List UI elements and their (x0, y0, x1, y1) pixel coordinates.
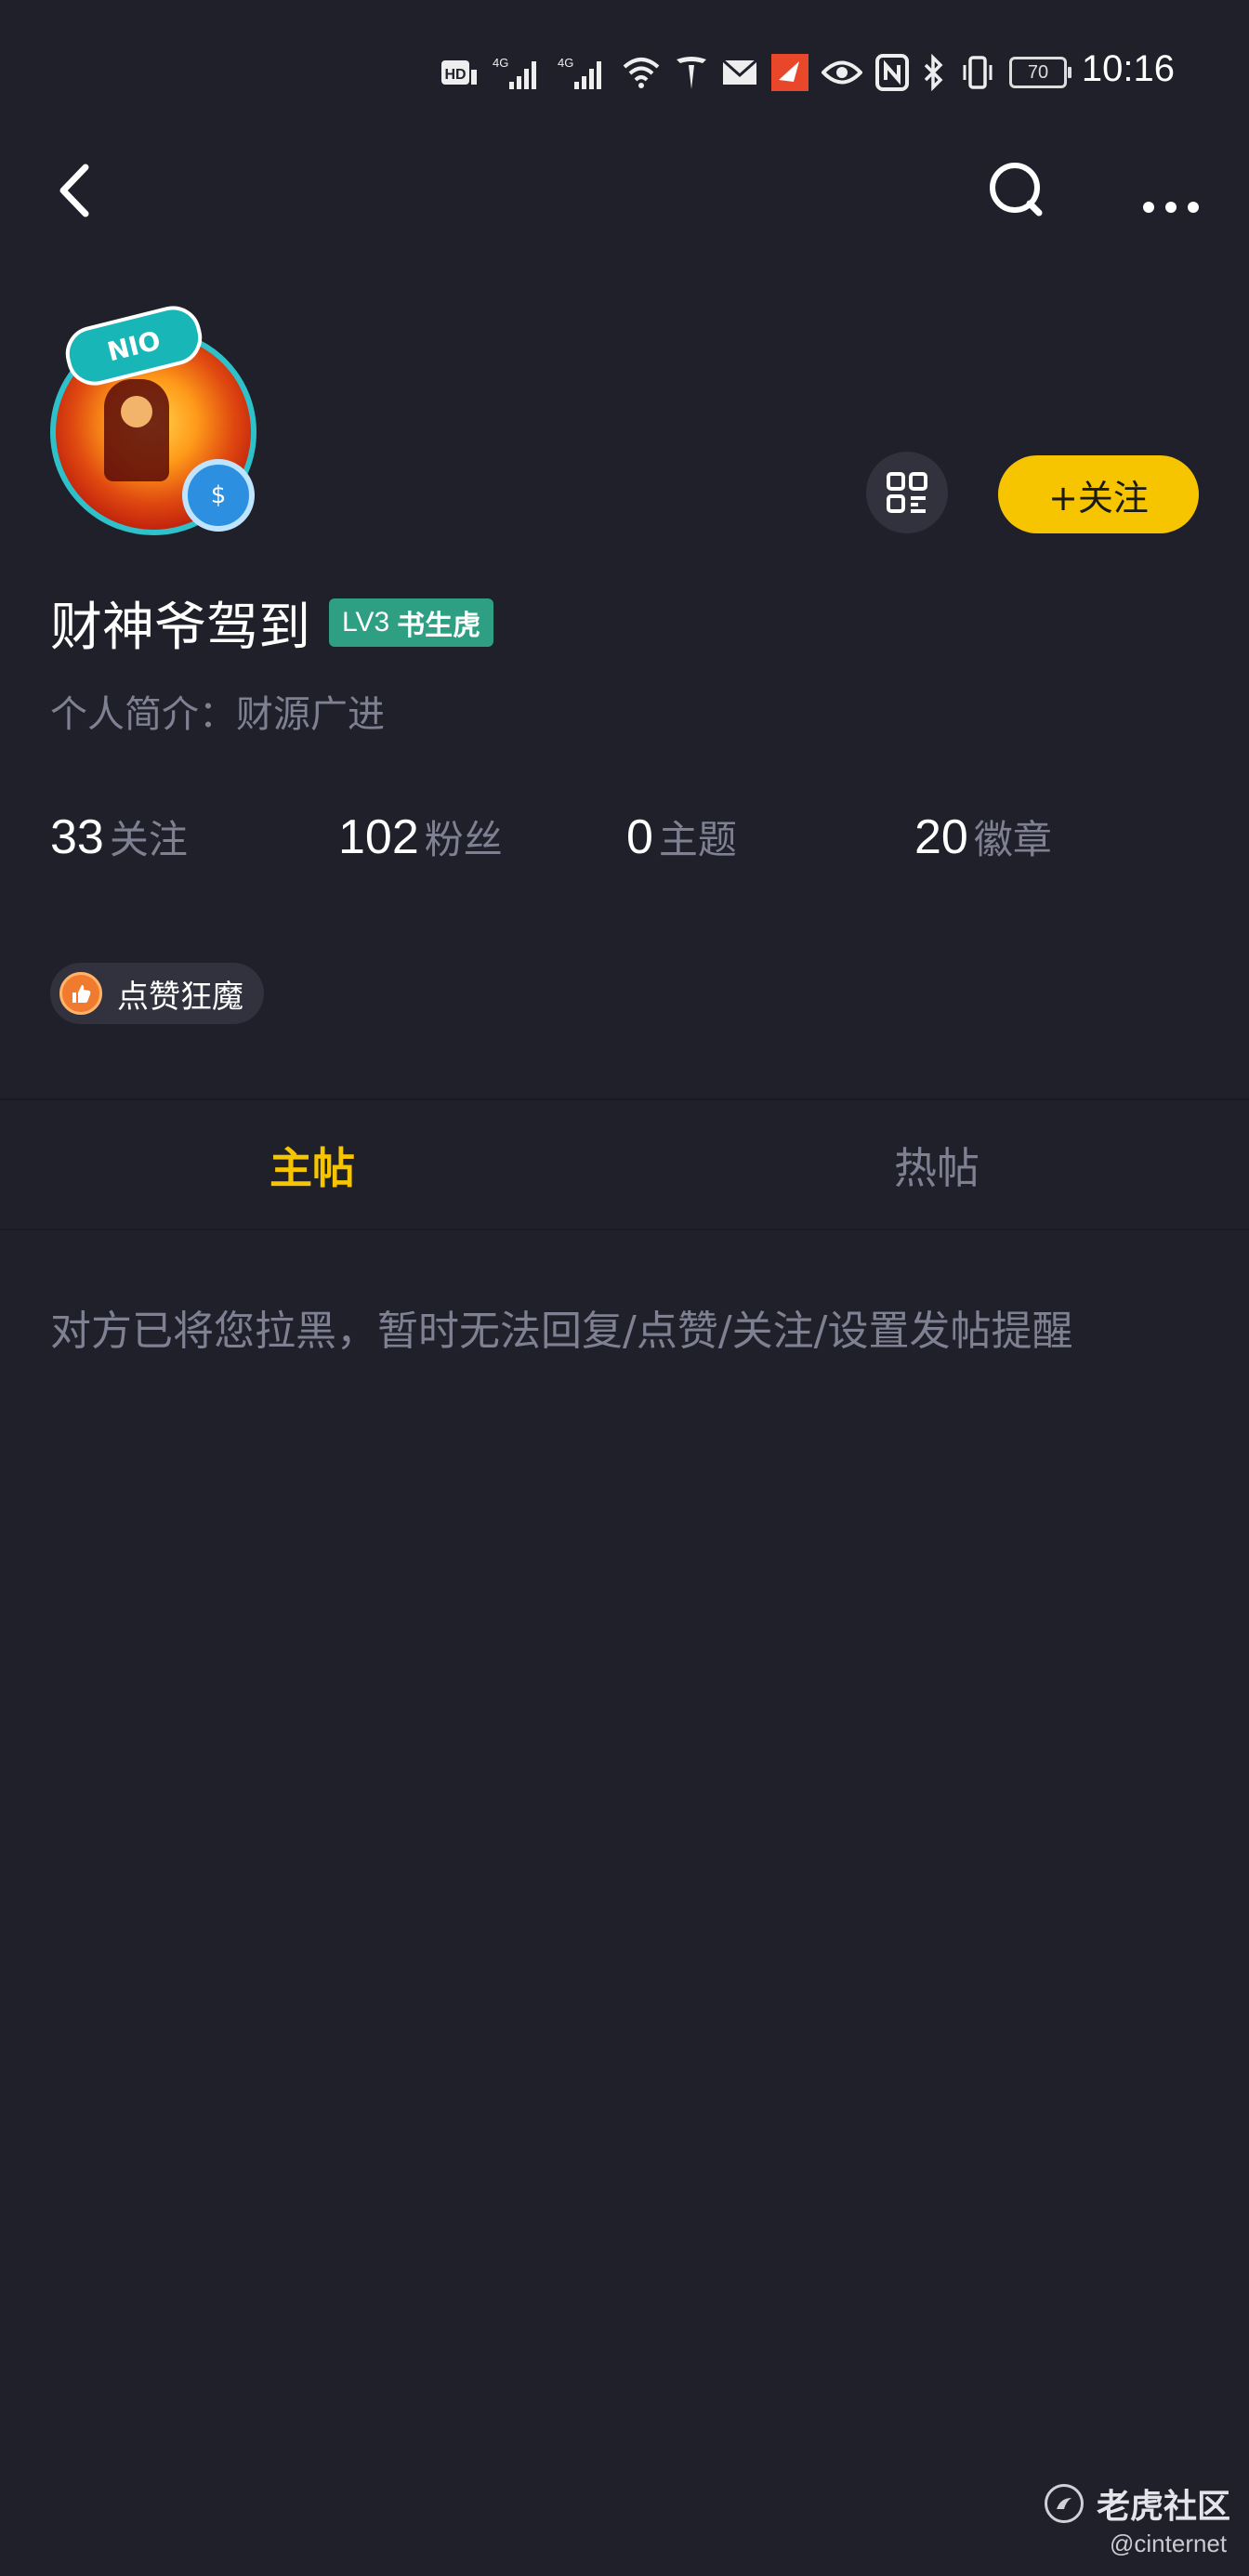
tesla-icon (675, 54, 708, 91)
tabs-divider (0, 1229, 1249, 1230)
stat-value: 20 (914, 810, 968, 864)
stat-label: 关注 (109, 817, 188, 862)
avatar-figure (104, 379, 169, 481)
watermark-handle: @cinternet (1110, 2530, 1228, 2557)
avatar-face (121, 396, 152, 427)
username-row: 财神爷驾到 LV3 书生虎 (50, 585, 494, 660)
watermark-title: 老虎社区 (1097, 2488, 1231, 2526)
vibrate-icon (959, 54, 996, 91)
more-icon (1143, 202, 1199, 213)
medal-label: 点赞狂魔 (117, 978, 243, 1016)
blocked-message: 对方已将您拉黑，暂时无法回复/点赞/关注/设置发帖提醒 (50, 1308, 1073, 1355)
back-button[interactable] (46, 158, 112, 223)
stat-following[interactable]: 33 关注 (50, 808, 188, 865)
verified-icon: $ (182, 459, 255, 532)
stat-topics[interactable]: 0 主题 (626, 808, 737, 865)
app-icon (771, 54, 809, 91)
tab-main-posts[interactable]: 主帖 (0, 1100, 624, 1230)
stat-label: 粉丝 (424, 817, 503, 862)
bluetooth-icon (922, 54, 946, 91)
medal-chip[interactable]: 点赞狂魔 (50, 963, 264, 1024)
watermark: 老虎社区 (1045, 2479, 1230, 2528)
profile-page: HD 4G 4G 70 10:16 NIO $ +关注 财神爷驾到 LV3 书生… (0, 0, 1249, 2576)
signal-icon: 4G (491, 54, 543, 91)
level-badge[interactable]: LV3 书生虎 (329, 598, 494, 647)
bio: 个人简介：财源广进 (50, 693, 385, 736)
follow-button[interactable]: +关注 (998, 455, 1199, 533)
stat-value: 102 (338, 810, 419, 864)
tab-hot-posts[interactable]: 热帖 (624, 1100, 1249, 1230)
clock: 10:16 (1081, 48, 1175, 89)
battery-level: 70 (1009, 57, 1072, 88)
stat-value: 33 (50, 810, 104, 864)
status-icons: HD 4G 4G 70 (440, 52, 1072, 93)
signal-icon: 4G (556, 54, 608, 91)
qr-code-button[interactable] (866, 452, 948, 533)
mail-icon (721, 54, 758, 91)
level-number: LV3 (342, 607, 390, 637)
network-type-2: 4G (558, 56, 573, 70)
stat-followers[interactable]: 102 粉丝 (338, 808, 503, 865)
more-button[interactable] (1136, 158, 1210, 223)
svg-text:HD: HD (444, 67, 466, 83)
battery-icon: 70 (1009, 54, 1072, 91)
hd-icon: HD (440, 54, 478, 91)
nfc-icon (875, 54, 909, 91)
status-bar: HD 4G 4G 70 10:16 (0, 0, 1249, 139)
stat-label: 徽章 (973, 817, 1052, 862)
nav-bar (0, 139, 1249, 242)
back-arrow-icon (59, 164, 89, 217)
network-type-1: 4G (493, 56, 508, 70)
wifi-icon (621, 54, 662, 91)
post-tabs: 主帖 热帖 (0, 1100, 1249, 1230)
stat-label: 主题 (658, 817, 737, 862)
stat-value: 0 (626, 810, 653, 864)
stats-row: 33 关注 102 粉丝 0 主题 20 徽章 (50, 808, 1221, 883)
thumbs-up-medal-icon (59, 972, 102, 1015)
search-icon (990, 163, 1043, 217)
qr-code-icon (887, 472, 927, 513)
avatar[interactable]: NIO $ (28, 300, 266, 545)
tiger-community-logo-icon (1045, 2484, 1084, 2523)
eye-icon (822, 54, 862, 91)
username: 财神爷驾到 (50, 597, 310, 658)
level-title: 书生虎 (397, 610, 481, 642)
search-button[interactable] (979, 158, 1054, 223)
stat-badges[interactable]: 20 徽章 (914, 808, 1052, 865)
